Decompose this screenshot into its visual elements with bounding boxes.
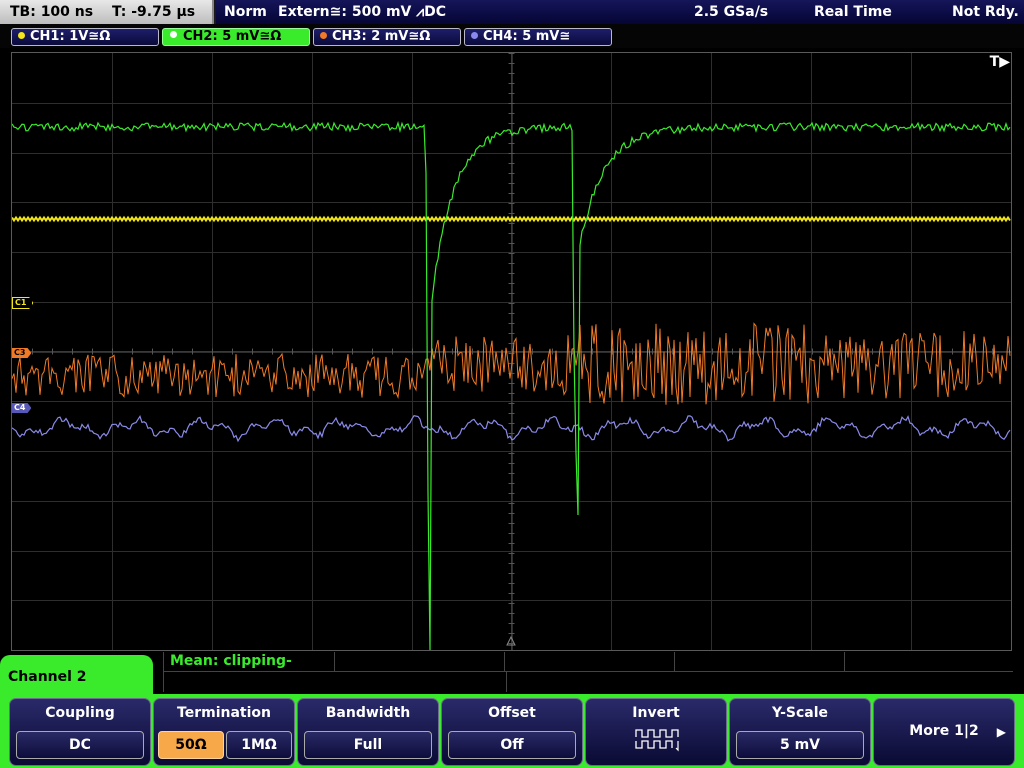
waveform-display[interactable] xyxy=(11,52,1012,651)
channel-3-label: CH3: 2 mV≅Ω xyxy=(332,29,431,44)
coupling-label: Coupling xyxy=(45,705,115,721)
channel-4-tab[interactable]: CH4: 5 mV≅ xyxy=(464,28,612,46)
bandwidth-label: Bandwidth xyxy=(325,705,411,721)
offset-softkey[interactable]: Offset Off xyxy=(441,698,583,766)
trigger-position-readout: T: -9.75 μs xyxy=(111,4,196,20)
measurement-mean: Mean: clipping- xyxy=(170,653,292,669)
channel-1-trace xyxy=(12,215,1011,223)
trigger-source: Extern≅: 500 mV ⩘DC xyxy=(278,4,447,20)
termination-50-ohm-option[interactable]: 50Ω xyxy=(158,731,224,759)
channel-1-tab[interactable]: CH1: 1V≅Ω xyxy=(11,28,159,46)
right-arrow-icon: ▶ xyxy=(996,725,1006,739)
y-scale-value[interactable]: 5 mV xyxy=(736,731,864,759)
invert-softkey[interactable]: Invert xyxy=(585,698,727,766)
trigger-box[interactable]: Norm Extern≅: 500 mV ⩘DC 2.5 GSa/s Real … xyxy=(216,0,1024,24)
top-status-bar: TB: 100 ns T: -9.75 μs Norm Extern≅: 500… xyxy=(0,0,1024,24)
menu-title-tab: Channel 2 xyxy=(0,655,153,699)
coupling-softkey[interactable]: Coupling DC xyxy=(9,698,151,766)
channel-1-marker-label: C1 xyxy=(15,298,27,307)
y-scale-label: Y-Scale xyxy=(771,705,828,721)
measurement-cell[interactable] xyxy=(674,652,845,671)
termination-label: Termination xyxy=(177,705,271,721)
y-scale-softkey[interactable]: Y-Scale 5 mV xyxy=(729,698,871,766)
channel-4-label: CH4: 5 mV≅ xyxy=(483,29,571,44)
channel-1-label: CH1: 1V≅Ω xyxy=(30,29,111,44)
channel-4-ground-marker[interactable]: C4 xyxy=(12,403,32,413)
more-label: More 1|2 xyxy=(909,723,979,739)
measurement-row: Mean: clipping- xyxy=(164,652,1013,672)
acquisition-status: Not Rdy. xyxy=(952,4,1019,20)
channel-3-ground-marker[interactable]: C3 xyxy=(12,348,32,358)
sample-rate: 2.5 GSa/s xyxy=(694,4,769,20)
measurement-cell[interactable] xyxy=(334,652,505,671)
trigger-mode: Norm xyxy=(224,4,267,20)
measurement-cell[interactable] xyxy=(504,652,675,671)
channel-4-dot-icon xyxy=(471,32,478,39)
termination-1m-ohm-option[interactable]: 1MΩ xyxy=(226,731,292,759)
channel-3-tab[interactable]: CH3: 2 mV≅Ω xyxy=(313,28,461,46)
square-wave-icon xyxy=(635,729,679,752)
channel-1-ground-marker[interactable]: C1 xyxy=(12,297,34,309)
channel-3-marker-label: C3 xyxy=(14,348,26,357)
timebase-box[interactable]: TB: 100 ns T: -9.75 μs xyxy=(0,0,214,24)
measurement-bar: Mean: clipping- xyxy=(163,652,1013,692)
coupling-value[interactable]: DC xyxy=(16,731,144,759)
channel-bar: CH1: 1V≅Ω CH2: 5 mV≅Ω CH3: 2 mV≅Ω CH4: 5… xyxy=(0,24,1024,48)
bandwidth-softkey[interactable]: Bandwidth Full xyxy=(297,698,439,766)
more-softkey[interactable]: More 1|2 ▶ xyxy=(873,698,1015,766)
channel-3-dot-icon xyxy=(320,32,327,39)
waveform-canvas xyxy=(12,53,1011,650)
channel-2-dot-icon xyxy=(169,30,178,39)
channel-4-marker-label: C4 xyxy=(14,403,26,412)
channel-2-tab[interactable]: CH2: 5 mV≅Ω xyxy=(162,28,310,46)
channel-1-dot-icon xyxy=(18,32,25,39)
offset-label: Offset xyxy=(488,705,536,721)
invert-label: Invert xyxy=(632,705,680,721)
acquisition-mode: Real Time xyxy=(814,4,892,20)
offset-value[interactable]: Off xyxy=(448,731,576,759)
channel-2-label: CH2: 5 mV≅Ω xyxy=(183,29,282,44)
bandwidth-value[interactable]: Full xyxy=(304,731,432,759)
trigger-level-marker[interactable]: T▶ xyxy=(990,54,1010,70)
termination-softkey[interactable]: Termination 50Ω 1MΩ xyxy=(153,698,295,766)
timebase-readout: TB: 100 ns xyxy=(10,4,94,20)
